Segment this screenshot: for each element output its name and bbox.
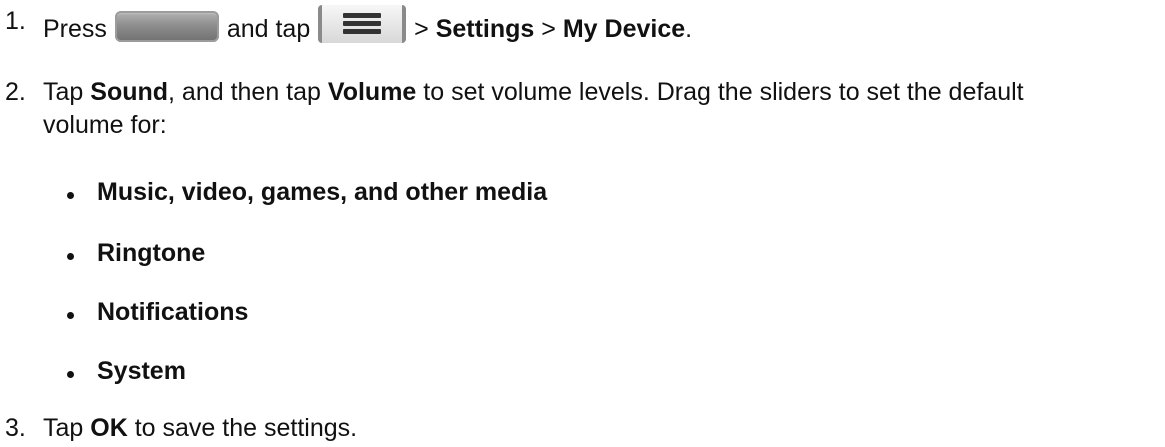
step-text: Press and tap > Settings > My Device. — [43, 5, 1155, 46]
step-text-separator: > — [414, 15, 429, 43]
step-text-tap: Tap — [43, 414, 84, 442]
step-1: 1. Press and tap > Settings > My Device. — [5, 5, 1155, 46]
step-number: 3. — [5, 414, 26, 442]
list-item: Ringtone — [67, 237, 205, 270]
step-text: Tap Sound, and then tap Volume to set vo… — [43, 76, 1155, 142]
step-number: 2. — [5, 78, 26, 106]
step-2: 2. Tap Sound, and then tap Volume to set… — [5, 76, 1155, 142]
step-text-rest-line1: to set volume levels. Drag the sliders t… — [423, 78, 1024, 106]
bullet-dot-icon — [67, 253, 74, 260]
list-item: System — [67, 355, 186, 388]
step-text-tap: Tap — [43, 78, 84, 106]
step-text-my-device: My Device — [562, 15, 686, 43]
step-text-press: Press — [43, 15, 107, 43]
step-number: 1. — [5, 7, 26, 35]
step-3: 3. Tap OK to save the settings. — [5, 412, 1155, 445]
menu-key-icon — [318, 5, 407, 43]
step-text-separator: > — [541, 15, 556, 43]
step-text-rest-line2: volume for: — [43, 111, 167, 139]
step-text-ok: OK — [90, 414, 128, 442]
home-key-icon — [114, 11, 219, 42]
step-text-period: . — [685, 15, 693, 43]
step-text-volume: Volume — [327, 78, 417, 106]
bullet-dot-icon — [67, 312, 74, 319]
step-text-and-tap: and tap — [226, 15, 311, 43]
bullet-dot-icon — [67, 371, 74, 378]
step-text: Tap OK to save the settings. — [43, 412, 1155, 445]
list-item: Music, video, games, and other media — [67, 176, 547, 209]
step-text-rest: to save the settings. — [134, 414, 358, 442]
step-text-then-tap: , and then tap — [168, 78, 321, 106]
list-item: Notifications — [67, 296, 248, 329]
bullet-dot-icon — [67, 192, 74, 199]
step-text-settings: Settings — [435, 15, 535, 43]
step-text-sound: Sound — [90, 78, 169, 106]
